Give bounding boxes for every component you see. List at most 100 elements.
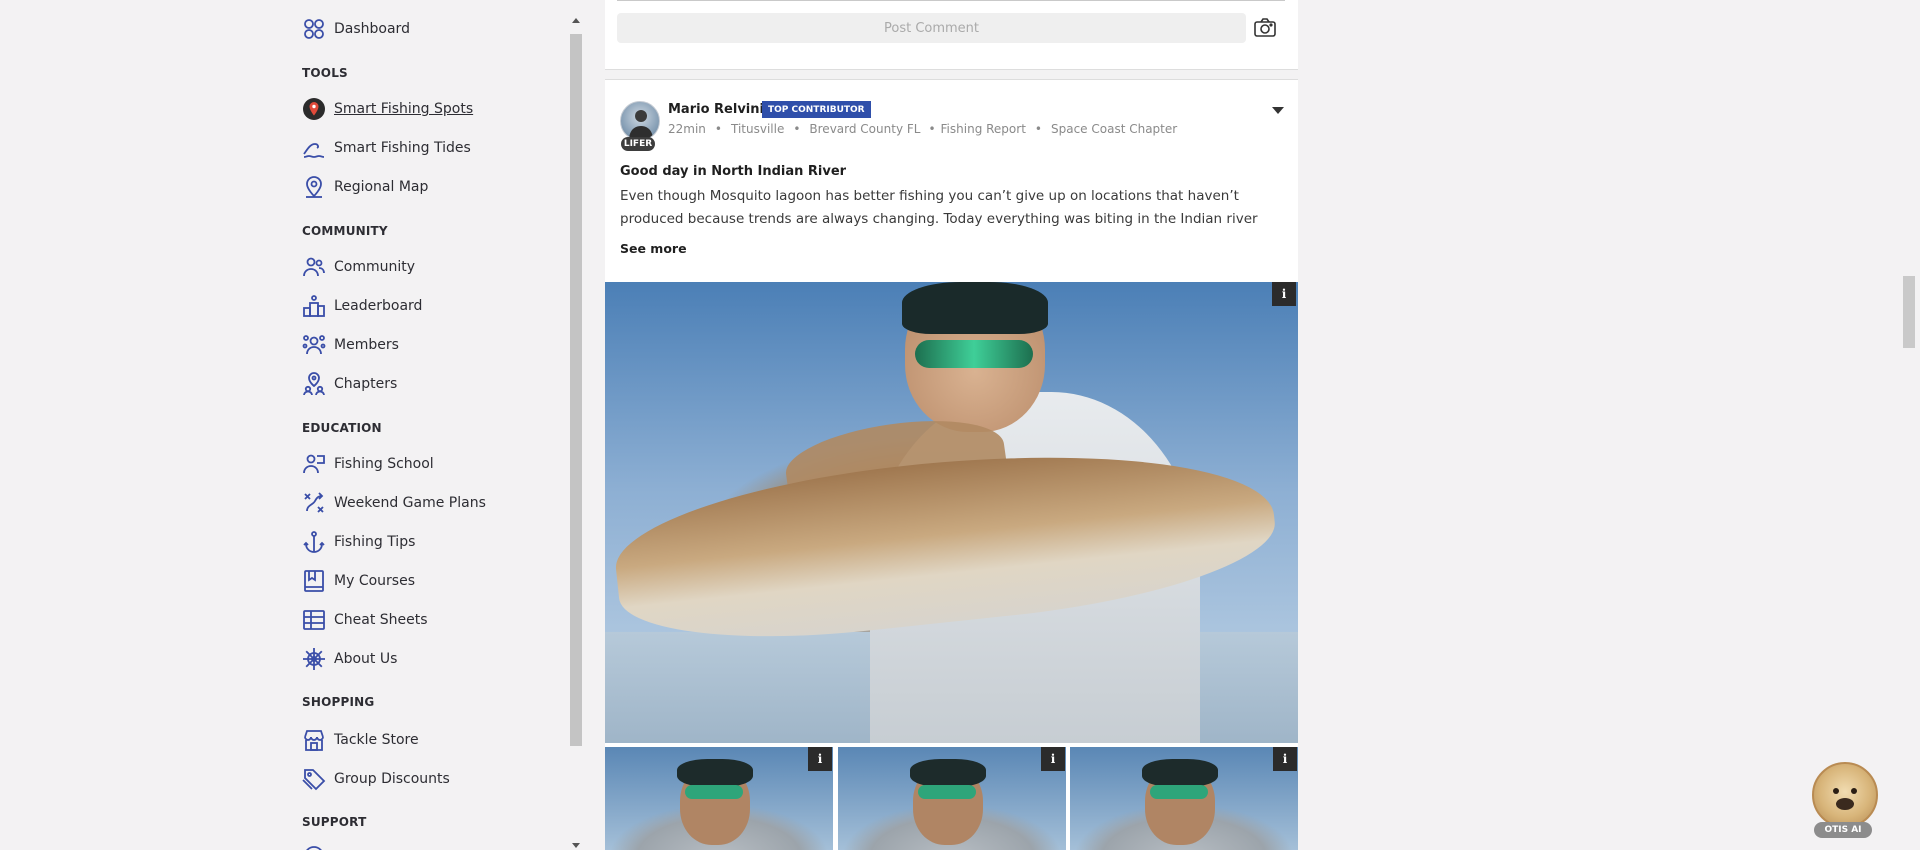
podium-icon xyxy=(302,294,326,318)
post-comment-button[interactable]: Post Comment xyxy=(617,13,1246,43)
meta-separator: • xyxy=(793,122,801,136)
sidebar-item-smart-fishing-spots[interactable]: Smart Fishing Spots xyxy=(302,94,473,124)
sidebar-item-label: Community xyxy=(334,259,416,275)
info-icon[interactable]: i xyxy=(1041,747,1065,771)
author-name[interactable]: Mario Relvini xyxy=(668,102,764,117)
sidebar-item-label: Cheat Sheets xyxy=(334,612,428,628)
members-icon xyxy=(302,333,326,357)
thumb-cap xyxy=(677,759,753,787)
post-title: Good day in North Indian River xyxy=(620,164,847,179)
school-icon xyxy=(302,452,326,476)
post-main-photo[interactable]: i xyxy=(605,282,1298,743)
thumb-sunglasses xyxy=(685,785,743,799)
sidebar-item-group-discounts[interactable]: Group Discounts xyxy=(302,764,450,794)
meta-separator: • xyxy=(928,122,936,136)
sidebar-item-support-partial[interactable] xyxy=(302,841,334,850)
thumb-cap xyxy=(910,759,986,787)
sidebar-nav: Dashboard TOOLS Smart Fishing Spots Smar… xyxy=(290,0,570,850)
chevron-down-icon[interactable] xyxy=(1272,107,1284,114)
post-thumbnail[interactable]: i xyxy=(838,747,1066,850)
thumb-cap xyxy=(1142,759,1218,787)
camera-icon[interactable] xyxy=(1253,16,1277,40)
scroll-down-arrow-icon[interactable] xyxy=(572,843,580,848)
sidebar-scrollbar[interactable] xyxy=(570,18,582,848)
ship-wheel-icon xyxy=(302,647,326,671)
sidebar-item-label: Dashboard xyxy=(334,21,410,37)
strategy-icon xyxy=(302,491,326,515)
location-icon xyxy=(302,175,326,199)
status-badge: TOP CONTRIBUTOR xyxy=(762,101,871,118)
sidebar-item-chapters[interactable]: Chapters xyxy=(302,369,397,399)
store-icon xyxy=(302,728,326,752)
post-chapter[interactable]: Space Coast Chapter xyxy=(1051,122,1177,136)
otis-ai-label: OTIS AI xyxy=(1814,822,1872,838)
anchor-icon xyxy=(302,530,326,554)
post-meta: 22min • Titusville • Brevard County FL •… xyxy=(668,122,1177,136)
sidebar-item-label: Leaderboard xyxy=(334,298,423,314)
post-body: Even though Mosquito lagoon has better f… xyxy=(620,188,1258,227)
page-scroll-thumb[interactable] xyxy=(1903,276,1915,348)
sidebar-item-regional-map[interactable]: Regional Map xyxy=(302,172,428,202)
sidebar-item-label: Group Discounts xyxy=(334,771,450,787)
section-heading-tools: TOOLS xyxy=(302,66,348,80)
sidebar-item-tackle-store[interactable]: Tackle Store xyxy=(302,725,419,755)
scroll-up-arrow-icon[interactable] xyxy=(572,18,580,23)
sidebar-item-fishing-school[interactable]: Fishing School xyxy=(302,449,434,479)
sidebar-item-my-courses[interactable]: My Courses xyxy=(302,566,415,596)
sidebar-item-weekend-game-plans[interactable]: Weekend Game Plans xyxy=(302,488,486,518)
sidebar-item-community[interactable]: Community xyxy=(302,252,415,282)
chapter-pin-icon xyxy=(302,372,326,396)
sidebar-item-members[interactable]: Members xyxy=(302,330,399,360)
sidebar-item-about-us[interactable]: About Us xyxy=(302,644,397,674)
sidebar-item-label: My Courses xyxy=(334,573,415,589)
sidebar-item-leaderboard[interactable]: Leaderboard xyxy=(302,291,422,321)
comment-card: Post Comment xyxy=(605,0,1298,70)
sidebar-item-label: About Us xyxy=(334,651,398,667)
section-heading-shopping: SHOPPING xyxy=(302,695,375,709)
thumb-sunglasses xyxy=(1150,785,1208,799)
post-card: LIFER Mario Relvini TOP CONTRIBUTOR 22mi… xyxy=(605,79,1298,850)
info-icon[interactable]: i xyxy=(808,747,832,771)
post-thumbnail[interactable]: i xyxy=(1070,747,1298,850)
wave-icon xyxy=(302,136,326,160)
lifer-badge: LIFER xyxy=(621,137,655,151)
otis-ai-assistant-button[interactable]: OTIS AI xyxy=(1810,762,1878,842)
section-heading-education: EDUCATION xyxy=(302,421,382,435)
photo-cap xyxy=(902,282,1048,334)
section-heading-community: COMMUNITY xyxy=(302,224,388,238)
sidebar-scroll-thumb[interactable] xyxy=(570,34,582,746)
sidebar-item-smart-fishing-tides[interactable]: Smart Fishing Tides xyxy=(302,133,471,163)
sidebar-item-label: Fishing School xyxy=(334,456,434,472)
sidebar-item-label: Regional Map xyxy=(334,179,429,195)
meta-separator: • xyxy=(714,122,722,136)
comment-input-edge[interactable] xyxy=(617,0,1285,1)
section-heading-support: SUPPORT xyxy=(302,815,367,829)
book-icon xyxy=(302,569,326,593)
tag-icon xyxy=(302,767,326,791)
post-thumbnail[interactable]: i xyxy=(605,747,833,850)
post-time: 22min xyxy=(668,122,706,136)
sidebar-item-label: Members xyxy=(334,337,399,353)
sidebar-item-fishing-tips[interactable]: Fishing Tips xyxy=(302,527,415,557)
post-county[interactable]: Brevard County FL xyxy=(809,122,920,136)
avatar[interactable] xyxy=(620,101,660,141)
info-icon[interactable]: i xyxy=(1272,282,1296,306)
sidebar-item-label: Chapters xyxy=(334,376,398,392)
info-icon[interactable]: i xyxy=(1273,747,1297,771)
sidebar-item-label: Weekend Game Plans xyxy=(334,495,486,511)
dog-avatar-icon xyxy=(1812,762,1878,828)
sidebar-item-label: Fishing Tips xyxy=(334,534,416,550)
grid-icon xyxy=(302,17,326,41)
post-city[interactable]: Titusville xyxy=(731,122,784,136)
photo-sunglasses xyxy=(915,340,1033,368)
thumb-sunglasses xyxy=(918,785,976,799)
sidebar-item-label: Tackle Store xyxy=(334,732,419,748)
sidebar-item-label: Smart Fishing Spots xyxy=(334,101,474,117)
map-pin-badge-icon xyxy=(302,97,326,121)
people-icon xyxy=(302,255,326,279)
sidebar-item-label: Smart Fishing Tides xyxy=(334,140,471,156)
post-category[interactable]: Fishing Report xyxy=(941,122,1026,136)
see-more-link[interactable]: See more xyxy=(620,241,687,256)
sidebar-item-dashboard[interactable]: Dashboard xyxy=(302,14,410,44)
sidebar-item-cheat-sheets[interactable]: Cheat Sheets xyxy=(302,605,428,635)
